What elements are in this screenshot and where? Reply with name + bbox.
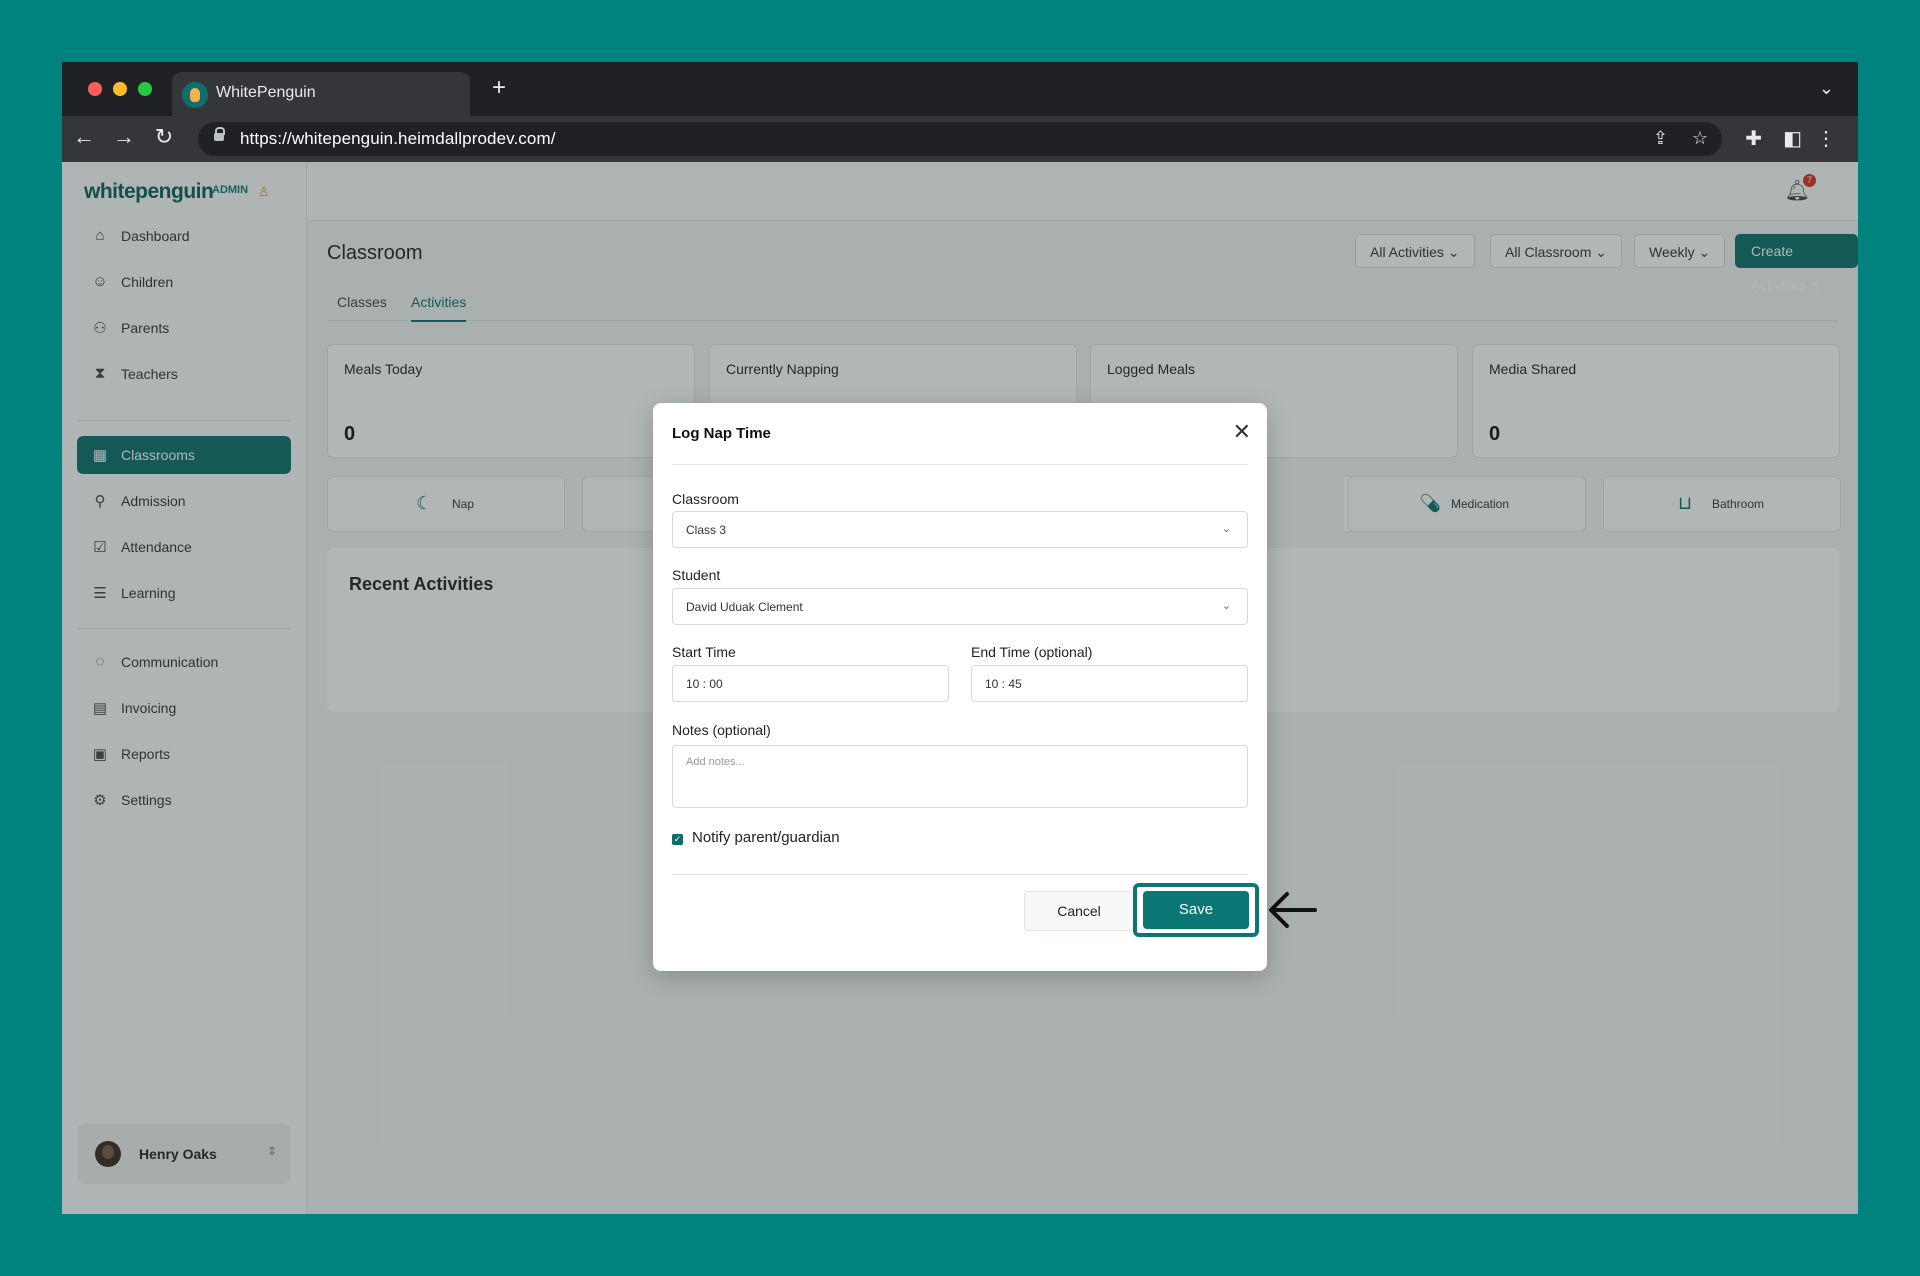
notify-checkbox-label[interactable]: Notify parent/guardian <box>692 829 840 846</box>
end-time-input[interactable]: 10 : 45 <box>971 665 1248 702</box>
student-select[interactable]: David Uduak Clement ⌄ <box>672 588 1248 625</box>
lock-icon <box>214 127 225 141</box>
save-button[interactable]: Save <box>1143 891 1249 929</box>
chevron-down-icon: ⌄ <box>1221 523 1231 535</box>
end-time-label: End Time (optional) <box>971 644 1093 660</box>
url-text: https://whitepenguin.heimdallprodev.com/ <box>240 129 556 148</box>
browser-tab-title: WhitePenguin <box>216 84 316 101</box>
dialog-divider <box>672 464 1248 465</box>
notes-placeholder: Add notes... <box>686 756 745 768</box>
start-time-input[interactable]: 10 : 00 <box>672 665 949 702</box>
window-controls <box>88 82 152 96</box>
penguin-favicon-icon <box>182 82 208 108</box>
share-icon[interactable]: ⇪ <box>1653 128 1668 149</box>
student-label: Student <box>672 567 721 583</box>
browser-toolbar: ← → ↻ https://whitepenguin.heimdallprode… <box>62 116 1858 162</box>
notes-textarea[interactable]: Add notes... <box>672 745 1248 808</box>
browser-tab[interactable]: WhitePenguin <box>172 72 470 116</box>
classroom-select[interactable]: Class 3 ⌄ <box>672 511 1248 548</box>
address-bar[interactable]: https://whitepenguin.heimdallprodev.com/… <box>198 122 1722 156</box>
dialog-divider <box>672 874 1248 875</box>
start-time-label: Start Time <box>672 644 736 660</box>
bookmark-star-icon[interactable]: ☆ <box>1692 128 1708 149</box>
forward-arrow-icon[interactable]: → <box>110 124 138 150</box>
classroom-label: Classroom <box>672 491 739 507</box>
notes-label: Notes (optional) <box>672 722 771 738</box>
side-panel-icon[interactable]: ◧ <box>1783 126 1802 151</box>
reload-icon[interactable]: ↻ <box>150 124 178 150</box>
select-value: Class 3 <box>686 523 727 537</box>
input-value: 10 : 45 <box>985 677 1022 691</box>
close-window-button[interactable] <box>88 82 102 96</box>
browser-menu-icon[interactable]: ⋮ <box>1816 126 1836 151</box>
chevron-down-icon: ⌄ <box>1221 600 1231 612</box>
input-value: 10 : 00 <box>686 677 723 691</box>
browser-tab-bar: WhitePenguin + ⌄ <box>62 62 1858 116</box>
notify-checkbox[interactable]: ✓ <box>672 834 683 845</box>
back-arrow-icon[interactable]: ← <box>70 124 98 150</box>
tab-search-chevron-icon[interactable]: ⌄ <box>1819 78 1834 99</box>
cancel-button[interactable]: Cancel <box>1024 891 1134 931</box>
dialog-title: Log Nap Time <box>672 425 771 442</box>
extensions-puzzle-icon[interactable]: ✚ <box>1745 126 1762 151</box>
select-value: David Uduak Clement <box>686 600 803 614</box>
log-nap-time-dialog: Log Nap Time ✕ Classroom Class 3 ⌄ Stude… <box>653 403 1267 971</box>
minimize-window-button[interactable] <box>113 82 127 96</box>
new-tab-button[interactable]: + <box>492 74 506 102</box>
maximize-window-button[interactable] <box>138 82 152 96</box>
pointer-arrow-icon <box>1269 892 1317 928</box>
close-icon[interactable]: ✕ <box>1233 419 1251 445</box>
